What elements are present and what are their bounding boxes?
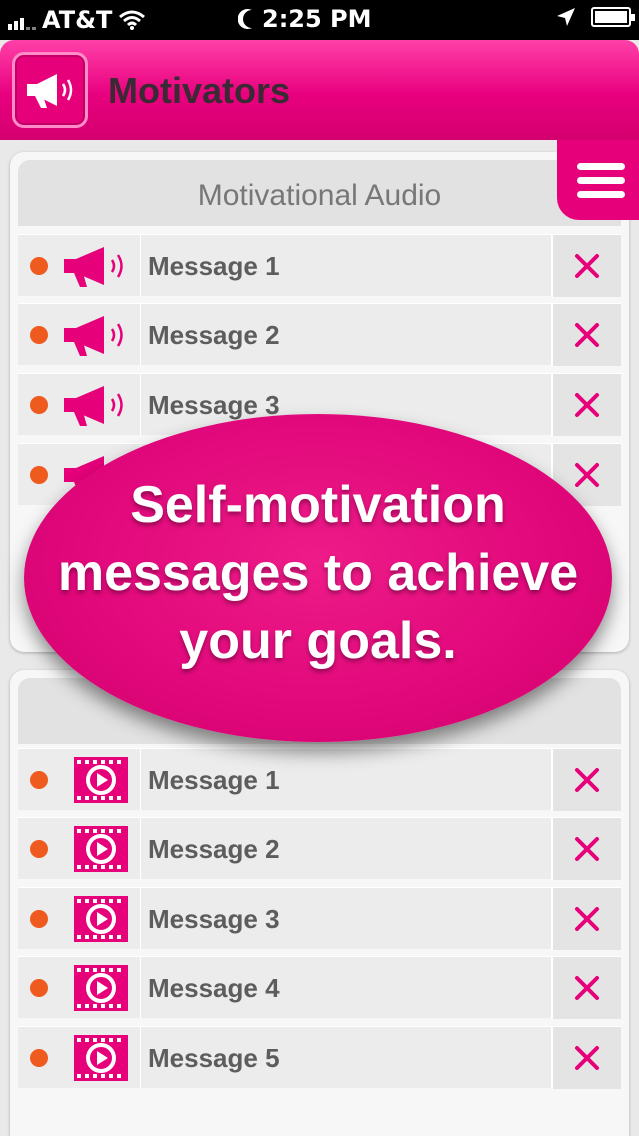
status-dot	[30, 979, 48, 997]
list-item-label: Message 2	[148, 320, 280, 350]
location-arrow-icon	[557, 8, 575, 26]
close-icon	[575, 907, 599, 931]
video-list-item[interactable]: Message 5	[18, 1026, 621, 1089]
delete-button[interactable]	[551, 888, 621, 950]
film-play-icon	[74, 757, 128, 803]
status-dot	[30, 1049, 48, 1067]
megaphone-icon	[64, 316, 123, 356]
delete-button[interactable]	[551, 818, 621, 880]
clock-time: 2:25 PM	[262, 5, 372, 33]
moon-icon	[238, 9, 252, 29]
promo-text: Self-motivation messages to achieve your…	[38, 471, 598, 675]
film-play-icon	[74, 1035, 128, 1081]
video-list-item[interactable]: Message 4	[18, 956, 621, 1019]
promo-line-3: your goals.	[179, 612, 457, 670]
list-item-label: Message 4	[148, 973, 280, 1003]
delete-button[interactable]	[551, 1027, 621, 1089]
list-item-label: Message 3	[148, 904, 280, 934]
promo-line-1: Self-motivation	[130, 476, 506, 534]
status-bar: AT&T 2:25 PM	[0, 0, 639, 40]
delete-button[interactable]	[551, 374, 621, 436]
wifi-icon	[119, 10, 146, 30]
status-dot	[30, 326, 48, 344]
list-item-label: Message 1	[148, 765, 280, 795]
audio-list-item[interactable]: Message 1	[18, 234, 621, 297]
menu-button[interactable]	[557, 140, 639, 220]
status-dot	[30, 257, 48, 275]
list-item-label: Message 5	[148, 1043, 280, 1073]
close-icon	[575, 323, 599, 347]
carrier-label: AT&T	[42, 6, 113, 34]
megaphone-icon	[64, 247, 123, 287]
delete-button[interactable]	[551, 749, 621, 811]
close-icon	[575, 254, 599, 278]
audio-section-title: Motivational Audio	[18, 160, 621, 226]
status-dot	[30, 771, 48, 789]
video-list-item[interactable]: Message 2	[18, 817, 621, 880]
app-header: Motivators	[0, 40, 639, 140]
delete-button[interactable]	[551, 235, 621, 297]
delete-button[interactable]	[551, 304, 621, 366]
delete-button[interactable]	[551, 957, 621, 1019]
hamburger-menu-icon	[577, 162, 625, 170]
video-list-item[interactable]: Message 1	[18, 748, 621, 811]
film-play-icon	[74, 965, 128, 1011]
close-icon	[575, 1046, 599, 1070]
status-dot	[30, 840, 48, 858]
promo-bubble: Self-motivation messages to achieve your…	[24, 414, 612, 742]
list-item-label: Message 1	[148, 251, 280, 281]
promo-line-2: messages to achieve	[57, 544, 579, 602]
status-dot	[30, 396, 48, 414]
megaphone-icon	[64, 386, 123, 426]
film-play-icon	[74, 826, 128, 872]
film-play-icon	[74, 896, 128, 942]
signal-strength-icon	[8, 10, 36, 30]
page-title: Motivators	[108, 70, 291, 111]
close-icon	[575, 837, 599, 861]
close-icon	[575, 976, 599, 1000]
battery-icon	[591, 7, 635, 27]
audio-list-item[interactable]: Message 2	[18, 303, 621, 366]
video-list-item[interactable]: Message 3	[18, 887, 621, 950]
app-logo[interactable]	[12, 52, 88, 128]
megaphone-icon	[27, 74, 73, 108]
close-icon	[575, 768, 599, 792]
close-icon	[575, 393, 599, 417]
status-dot	[30, 910, 48, 928]
list-item-label: Message 2	[148, 834, 280, 864]
